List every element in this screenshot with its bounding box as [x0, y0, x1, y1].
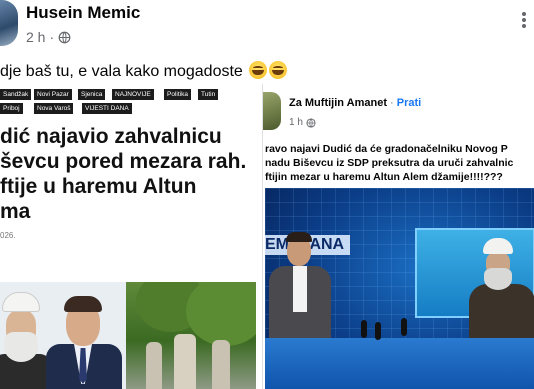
article-tag: Novi Pazar [34, 89, 72, 100]
laughing-emoji-icon [249, 61, 268, 79]
photo-trees [126, 282, 256, 389]
more-options-icon[interactable] [518, 10, 534, 30]
post-text-content: dje baš tu, e vala kako mogadoste [0, 63, 243, 80]
shared-post-time[interactable]: 1 h [289, 117, 303, 128]
shared-text-line: ravo najavi Dudić da će gradonačelniku N… [265, 143, 508, 155]
article-tag: Nova Varoš [34, 103, 74, 114]
article-date: 026. [0, 231, 16, 240]
shared-separator: · [390, 97, 394, 109]
article-tag: NAJNOVIJE [112, 89, 154, 100]
meta-separator: · [49, 29, 55, 45]
article-tag: Priboj [0, 103, 23, 114]
article-tag: Tutin [198, 89, 219, 100]
post-time[interactable]: 2 h [26, 29, 45, 45]
article-tag: Politika [164, 89, 191, 100]
shared-text-line: ftijin mezar u haremu Altun Alem džamije… [265, 171, 503, 183]
headline-line: ma [0, 200, 31, 223]
author-avatar[interactable] [0, 0, 18, 46]
globe-icon [58, 31, 71, 43]
laughing-emoji-icon [269, 61, 288, 79]
post-author-name[interactable]: Husein Memic [26, 3, 140, 23]
shared-post-screenshot[interactable]: Za Muftijin Amanet · Prati 1 h ravo naja… [262, 84, 534, 389]
shared-text-line: nadu Biševcu iz SDP preksutra da uruči z… [265, 157, 514, 169]
article-tag: VIJESTI DANA [82, 103, 132, 114]
headline-line: dić najavio zahvalnicu [0, 125, 222, 148]
globe-icon [306, 117, 316, 128]
shared-post-header: Za Muftijin Amanet · Prati [289, 97, 421, 109]
shared-post-meta: 1 h [289, 117, 316, 128]
article-screenshot[interactable]: Sandžak Novi Pazar Sjenica NAJNOVIJE Pol… [0, 84, 256, 389]
guest-figure [483, 238, 513, 254]
article-headline: dić najavio zahvalnicu ševcu pored mezar… [0, 124, 256, 224]
studio-desk [265, 338, 534, 389]
shared-author-name[interactable]: Za Muftijin Amanet [289, 97, 387, 109]
post-text: dje baš tu, e vala kako mogadoste [0, 61, 288, 81]
article-tag: Sandžak [0, 89, 32, 100]
shared-post-text: ravo najavi Dudić da će gradonačelniku N… [265, 142, 534, 184]
follow-button[interactable]: Prati [397, 97, 421, 109]
article-photo [0, 282, 256, 389]
headline-line: ftije u haremu Altun [0, 175, 197, 198]
mufti-figure [2, 292, 40, 312]
tv-studio-photo: EMI DANA [265, 188, 534, 389]
headline-line: ševcu pored mezara rah. [0, 150, 247, 173]
shared-author-avatar[interactable] [263, 92, 281, 130]
article-tag: Sjenica [78, 89, 106, 100]
post-meta: 2 h · [26, 29, 71, 45]
